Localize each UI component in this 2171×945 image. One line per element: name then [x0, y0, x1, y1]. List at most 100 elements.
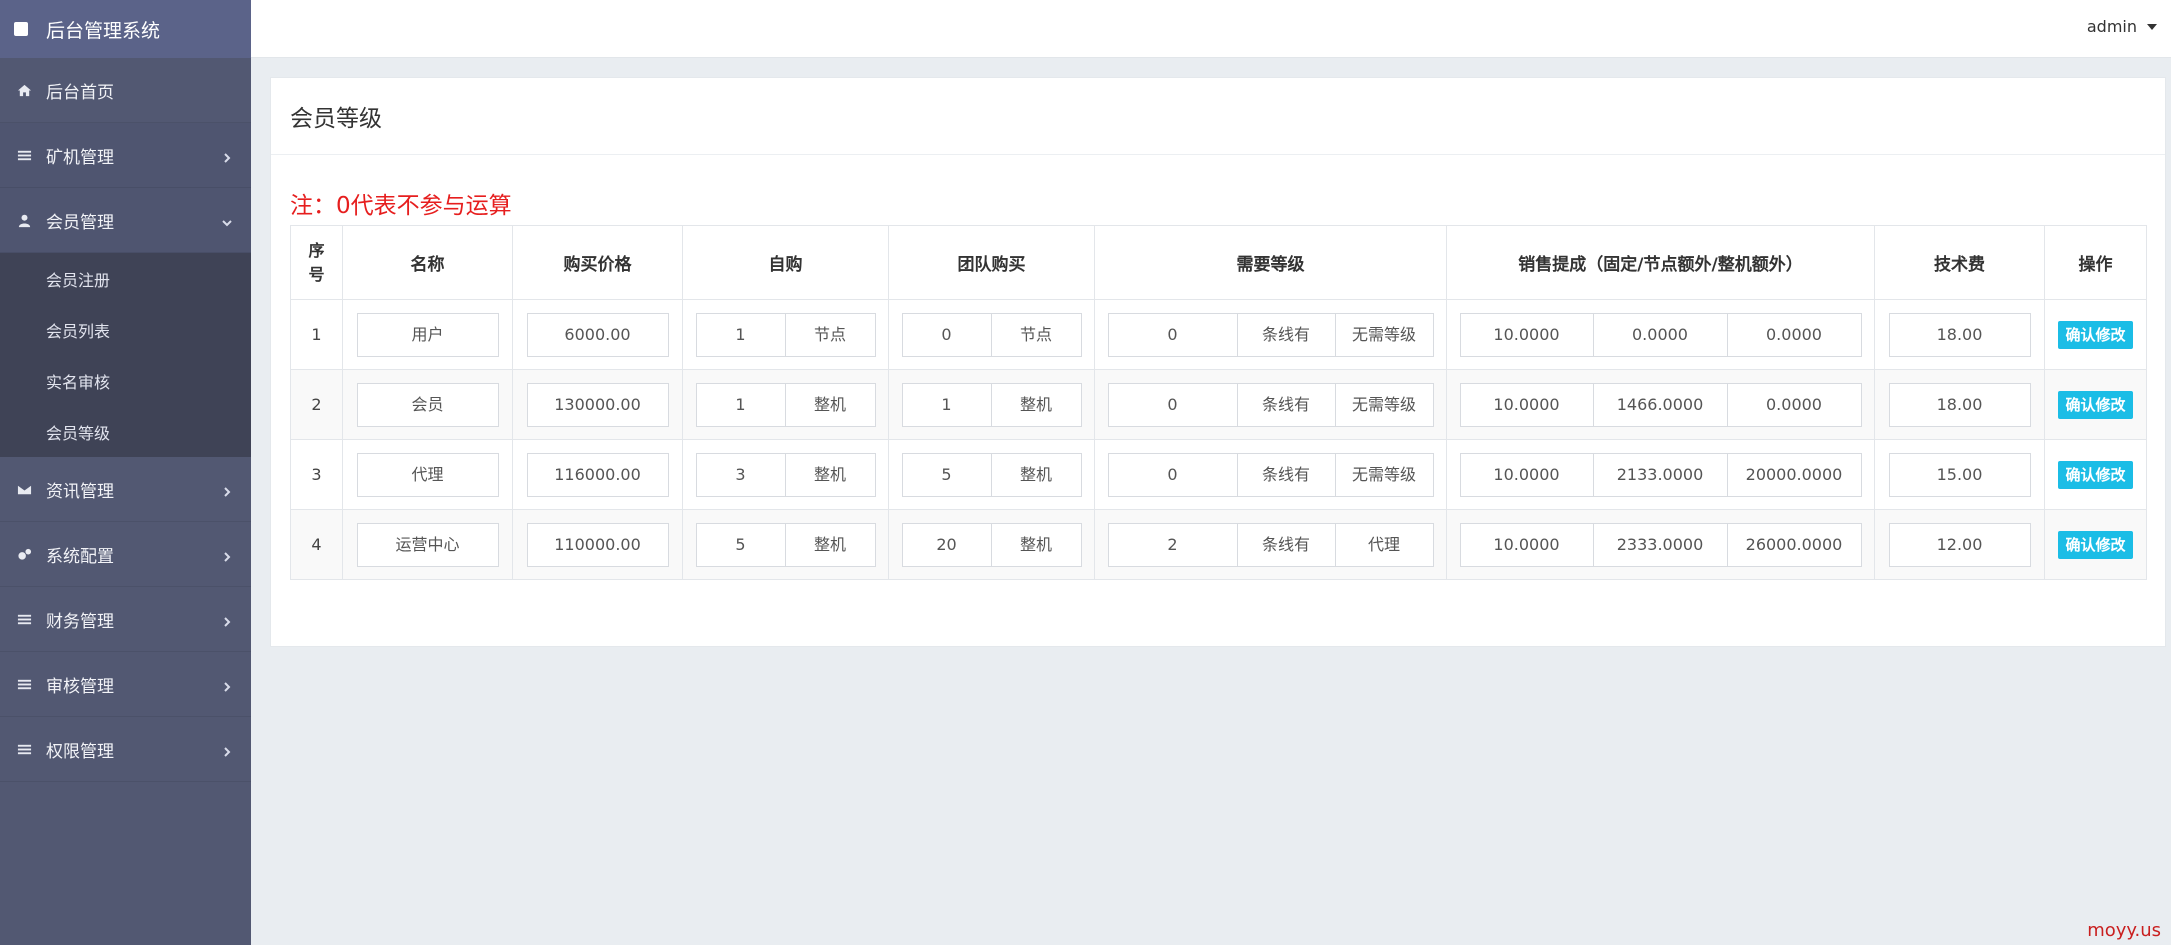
commission-machine-input[interactable]: 20000.0000	[1727, 452, 1862, 497]
name-input[interactable]: 代理	[356, 452, 499, 497]
price-input[interactable]: 6000.00	[526, 312, 669, 357]
user-icon	[16, 212, 32, 228]
tech-fee-input[interactable]: 18.00	[1888, 382, 2031, 427]
price-input[interactable]: 130000.00	[526, 382, 669, 427]
table-row: 4 运营中心 110000.00 5 整机 20 整机 2 条线有 代理 10.0000 2333.0…	[290, 509, 2147, 580]
price-input[interactable]: 116000.00	[526, 452, 669, 497]
commission-machine-input[interactable]: 0.0000	[1727, 312, 1862, 357]
level-count-input[interactable]: 0	[1107, 312, 1238, 357]
self-buy-cell: 1 节点	[682, 299, 889, 370]
name-input[interactable]: 会员	[356, 382, 499, 427]
chevron-right-icon	[221, 149, 233, 163]
required-level-group: 0 条线有 无需等级	[1107, 382, 1434, 427]
submenu-item-verify[interactable]: 实名审核	[0, 355, 251, 406]
chevron-right-icon	[221, 678, 233, 692]
submenu-item-list[interactable]: 会员列表	[0, 304, 251, 355]
sales-commission-cell: 10.0000 0.0000 0.0000	[1446, 299, 1875, 370]
sidebar-item-label: 会员管理	[46, 212, 114, 233]
self-buy-qty-input[interactable]: 3	[695, 452, 786, 497]
sidebar-item-label: 矿机管理	[46, 147, 114, 168]
action-cell: 确认修改	[2044, 369, 2147, 440]
confirm-edit-button[interactable]: 确认修改	[2058, 390, 2133, 419]
self-buy-qty-input[interactable]: 5	[695, 522, 786, 567]
price-cell: 110000.00	[512, 509, 683, 580]
commission-fixed-input[interactable]: 10.0000	[1459, 382, 1594, 427]
tech-fee-cell: 15.00	[1874, 439, 2045, 510]
price-input[interactable]: 110000.00	[526, 522, 669, 567]
sidebar-item-miner[interactable]: 矿机管理	[0, 123, 251, 188]
tech-fee-input[interactable]: 12.00	[1888, 522, 2031, 567]
price-cell: 130000.00	[512, 369, 683, 440]
tech-fee-cell: 12.00	[1874, 509, 2045, 580]
self-buy-cell: 1 整机	[682, 369, 889, 440]
list-icon	[16, 676, 32, 692]
team-buy-unit: 整机	[991, 382, 1082, 427]
user-menu[interactable]: admin	[2087, 17, 2157, 36]
col-header-self-buy: 自购	[682, 225, 889, 300]
submenu-item-register[interactable]: 会员注册	[0, 253, 251, 304]
sidebar-item-finance[interactable]: 财务管理	[0, 587, 251, 652]
sidebar-item-news[interactable]: 资讯管理	[0, 457, 251, 522]
commission-machine-input[interactable]: 0.0000	[1727, 382, 1862, 427]
commission-node-input[interactable]: 2133.0000	[1593, 452, 1728, 497]
action-cell: 确认修改	[2044, 299, 2147, 370]
topbar: admin	[251, 0, 2171, 58]
required-level-group: 2 条线有 代理	[1107, 522, 1434, 567]
tech-fee-input[interactable]: 18.00	[1888, 312, 2031, 357]
note-text: 注：0代表不参与运算	[290, 193, 512, 219]
team-buy-qty-input[interactable]: 0	[901, 312, 992, 357]
self-buy-unit: 整机	[785, 522, 876, 567]
team-buy-cell: 1 整机	[888, 369, 1095, 440]
sidebar-item-audit[interactable]: 审核管理	[0, 652, 251, 717]
self-buy-qty-input[interactable]: 1	[695, 382, 786, 427]
commission-machine-input[interactable]: 26000.0000	[1727, 522, 1862, 567]
sidebar-item-home[interactable]: 后台首页	[0, 58, 251, 123]
name-input[interactable]: 用户	[356, 312, 499, 357]
sales-commission-group: 10.0000 1466.0000 0.0000	[1459, 382, 1862, 427]
team-buy-qty-input[interactable]: 20	[901, 522, 992, 567]
level-required-select[interactable]: 代理	[1335, 522, 1434, 567]
self-buy-qty-input[interactable]: 1	[695, 312, 786, 357]
level-required-select[interactable]: 无需等级	[1335, 382, 1434, 427]
sidebar-item-permissions[interactable]: 权限管理	[0, 717, 251, 782]
sidebar-item-label: 系统配置	[46, 546, 114, 567]
sidebar-item-config[interactable]: 系统配置	[0, 522, 251, 587]
commission-fixed-input[interactable]: 10.0000	[1459, 522, 1594, 567]
commission-node-input[interactable]: 0.0000	[1593, 312, 1728, 357]
team-buy-qty-input[interactable]: 1	[901, 382, 992, 427]
confirm-edit-button[interactable]: 确认修改	[2058, 320, 2133, 349]
chevron-down-icon	[221, 214, 233, 227]
level-count-input[interactable]: 0	[1107, 382, 1238, 427]
team-buy-group: 0 节点	[901, 312, 1082, 357]
tech-fee-input[interactable]: 15.00	[1888, 452, 2031, 497]
logo-square-icon	[14, 22, 28, 36]
level-unit: 条线有	[1237, 382, 1336, 427]
level-required-select[interactable]: 无需等级	[1335, 452, 1434, 497]
brand[interactable]: 后台管理系统	[0, 0, 251, 58]
level-count-input[interactable]: 0	[1107, 452, 1238, 497]
sales-commission-group: 10.0000 0.0000 0.0000	[1459, 312, 1862, 357]
brand-title: 后台管理系统	[46, 19, 161, 42]
level-required-select[interactable]: 无需等级	[1335, 312, 1434, 357]
team-buy-unit: 节点	[991, 312, 1082, 357]
member-level-panel: 会员等级 注：0代表不参与运算 序号 名称 购买价格 自购 团队购买 需要等级 …	[270, 77, 2166, 647]
commission-node-input[interactable]: 2333.0000	[1593, 522, 1728, 567]
self-buy-unit: 节点	[785, 312, 876, 357]
team-buy-unit: 整机	[991, 452, 1082, 497]
row-index: 2	[290, 369, 343, 440]
commission-fixed-input[interactable]: 10.0000	[1459, 452, 1594, 497]
commission-node-input[interactable]: 1466.0000	[1593, 382, 1728, 427]
commission-fixed-input[interactable]: 10.0000	[1459, 312, 1594, 357]
team-buy-qty-input[interactable]: 5	[901, 452, 992, 497]
level-count-input[interactable]: 2	[1107, 522, 1238, 567]
sales-commission-cell: 10.0000 1466.0000 0.0000	[1446, 369, 1875, 440]
sidebar-item-label: 财务管理	[46, 611, 114, 632]
envelope-icon	[16, 481, 32, 497]
submenu-item-levels[interactable]: 会员等级	[0, 406, 251, 457]
confirm-edit-button[interactable]: 确认修改	[2058, 460, 2133, 489]
name-cell: 用户	[342, 299, 513, 370]
name-input[interactable]: 运营中心	[356, 522, 499, 567]
name-cell: 运营中心	[342, 509, 513, 580]
confirm-edit-button[interactable]: 确认修改	[2058, 530, 2133, 559]
sidebar-item-members[interactable]: 会员管理	[0, 188, 251, 253]
